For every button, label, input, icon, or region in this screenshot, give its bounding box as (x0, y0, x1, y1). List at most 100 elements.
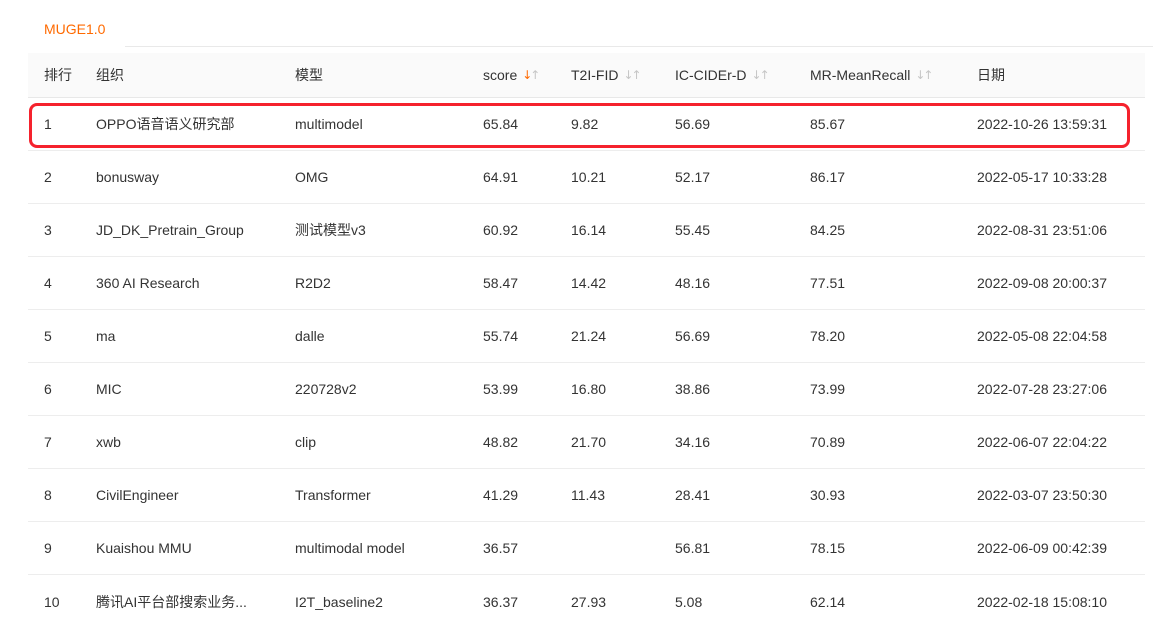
cell-model: 220728v2 (295, 381, 483, 397)
header-model: 模型 (295, 65, 483, 85)
header-score-label: score (483, 67, 517, 83)
table-header-row: 排行 组织 模型 score ↓↑ T2I-FID ↓↑ IC-CIDEr-D … (28, 53, 1145, 98)
sort-icon[interactable]: ↓↑ (623, 69, 639, 81)
header-score: score ↓↑ (483, 67, 571, 83)
cell-ic-cider-d: 52.17 (675, 169, 810, 185)
cell-score: 60.92 (483, 222, 571, 238)
cell-date: 2022-02-18 15:08:10 (977, 594, 1145, 610)
cell-mr-meanrecall: 84.25 (810, 222, 977, 238)
cell-mr-meanrecall: 78.20 (810, 328, 977, 344)
header-date: 日期 (977, 65, 1145, 85)
cell-score: 53.99 (483, 381, 571, 397)
cell-score: 36.57 (483, 540, 571, 556)
cell-rank: 4 (44, 275, 96, 291)
tab-bar: MUGE1.0 (0, 10, 1153, 47)
cell-rank: 3 (44, 222, 96, 238)
cell-model: OMG (295, 169, 483, 185)
cell-model: 测试模型v3 (295, 220, 483, 240)
cell-ic-cider-d: 34.16 (675, 434, 810, 450)
cell-score: 36.37 (483, 594, 571, 610)
cell-rank: 5 (44, 328, 96, 344)
header-ic-cider-d: IC-CIDEr-D ↓↑ (675, 67, 810, 83)
header-mr-meanrecall: MR-MeanRecall ↓↑ (810, 67, 977, 83)
sort-desc-arrow-icon: ↓ (915, 69, 923, 81)
cell-ic-cider-d: 56.69 (675, 328, 810, 344)
table-row-rank-8: 8 CivilEngineer Transformer 41.29 11.43 … (28, 469, 1145, 522)
cell-org: xwb (96, 434, 295, 450)
cell-mr-meanrecall: 85.67 (810, 116, 977, 132)
cell-date: 2022-05-17 10:33:28 (977, 169, 1145, 185)
cell-rank: 8 (44, 487, 96, 503)
cell-rank: 1 (44, 116, 96, 132)
cell-rank: 10 (44, 594, 96, 610)
cell-ic-cider-d: 38.86 (675, 381, 810, 397)
cell-t2i-fid: 21.70 (571, 434, 675, 450)
sort-icon[interactable]: ↓↑ (915, 69, 931, 81)
cell-ic-cider-d: 56.81 (675, 540, 810, 556)
cell-model: clip (295, 434, 483, 450)
cell-ic-cider-d: 55.45 (675, 222, 810, 238)
header-ic-cider-d-label: IC-CIDEr-D (675, 67, 747, 83)
cell-org: CivilEngineer (96, 487, 295, 503)
cell-t2i-fid: 14.42 (571, 275, 675, 291)
header-org: 组织 (96, 65, 295, 85)
sort-desc-arrow-icon: ↓ (623, 69, 631, 81)
sort-asc-arrow-icon: ↑ (923, 69, 931, 81)
table-row-rank-5: 5 ma dalle 55.74 21.24 56.69 78.20 2022-… (28, 310, 1145, 363)
table-row-rank-1: 1 OPPO语音语义研究部 multimodel 65.84 9.82 56.6… (28, 98, 1145, 151)
cell-org: ma (96, 328, 295, 344)
cell-org: JD_DK_Pretrain_Group (96, 222, 295, 238)
cell-ic-cider-d: 5.08 (675, 594, 810, 610)
sort-desc-arrow-icon: ↓ (522, 69, 530, 81)
cell-score: 48.82 (483, 434, 571, 450)
sort-asc-arrow-icon: ↑ (760, 69, 768, 81)
cell-t2i-fid: 10.21 (571, 169, 675, 185)
sort-asc-arrow-icon: ↑ (530, 69, 538, 81)
tab-muge1.0[interactable]: MUGE1.0 (28, 10, 125, 47)
cell-org: MIC (96, 381, 295, 397)
sort-icon[interactable]: ↓↑ (752, 69, 768, 81)
table-row-rank-10: 10 腾讯AI平台部搜索业务... I2T_baseline2 36.37 27… (28, 575, 1145, 628)
cell-org: Kuaishou MMU (96, 540, 295, 556)
cell-date: 2022-03-07 23:50:30 (977, 487, 1145, 503)
cell-t2i-fid: 21.24 (571, 328, 675, 344)
cell-rank: 9 (44, 540, 96, 556)
table-row-rank-7: 7 xwb clip 48.82 21.70 34.16 70.89 2022-… (28, 416, 1145, 469)
cell-rank: 2 (44, 169, 96, 185)
cell-date: 2022-10-26 13:59:31 (977, 116, 1145, 132)
cell-org: OPPO语音语义研究部 (96, 114, 295, 134)
sort-desc-arrow-icon: ↓ (752, 69, 760, 81)
table-row-rank-9: 9 Kuaishou MMU multimodal model 36.57 56… (28, 522, 1145, 575)
tab-label: MUGE1.0 (44, 21, 105, 37)
cell-mr-meanrecall: 73.99 (810, 381, 977, 397)
cell-date: 2022-07-28 23:27:06 (977, 381, 1145, 397)
cell-score: 41.29 (483, 487, 571, 503)
cell-model: multimodal model (295, 540, 483, 556)
sort-icon[interactable]: ↓↑ (522, 69, 538, 81)
cell-mr-meanrecall: 77.51 (810, 275, 977, 291)
cell-score: 58.47 (483, 275, 571, 291)
cell-org: 腾讯AI平台部搜索业务... (96, 592, 295, 612)
cell-rank: 6 (44, 381, 96, 397)
table-row-rank-4: 4 360 AI Research R2D2 58.47 14.42 48.16… (28, 257, 1145, 310)
cell-date: 2022-06-07 22:04:22 (977, 434, 1145, 450)
cell-date: 2022-06-09 00:42:39 (977, 540, 1145, 556)
cell-mr-meanrecall: 30.93 (810, 487, 977, 503)
header-rank: 排行 (44, 65, 96, 85)
cell-date: 2022-05-08 22:04:58 (977, 328, 1145, 344)
table-row-rank-2: 2 bonusway OMG 64.91 10.21 52.17 86.17 2… (28, 151, 1145, 204)
cell-model: R2D2 (295, 275, 483, 291)
header-t2i-fid: T2I-FID ↓↑ (571, 67, 675, 83)
cell-model: multimodel (295, 116, 483, 132)
cell-model: I2T_baseline2 (295, 594, 483, 610)
cell-t2i-fid: 27.93 (571, 594, 675, 610)
cell-mr-meanrecall: 62.14 (810, 594, 977, 610)
leaderboard-page: MUGE1.0 排行 组织 模型 score ↓↑ T2I-FID ↓↑ IC-… (0, 0, 1173, 628)
cell-date: 2022-08-31 23:51:06 (977, 222, 1145, 238)
header-mr-meanrecall-label: MR-MeanRecall (810, 67, 910, 83)
header-t2i-fid-label: T2I-FID (571, 67, 618, 83)
cell-score: 65.84 (483, 116, 571, 132)
table-row-rank-6: 6 MIC 220728v2 53.99 16.80 38.86 73.99 2… (28, 363, 1145, 416)
cell-ic-cider-d: 48.16 (675, 275, 810, 291)
cell-mr-meanrecall: 86.17 (810, 169, 977, 185)
